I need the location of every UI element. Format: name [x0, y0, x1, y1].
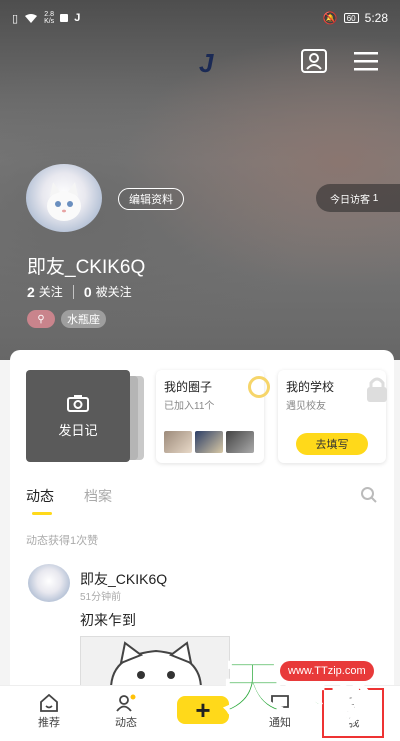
home-icon — [40, 694, 58, 712]
sim-icon: ▯ — [12, 12, 19, 25]
avatar[interactable] — [26, 164, 102, 232]
nav-recommend-label: 推荐 — [38, 717, 60, 729]
tab-moments[interactable]: 动态 — [26, 486, 54, 506]
nav-moments[interactable]: 动态 — [94, 692, 158, 730]
diary-stack: 发日记 — [26, 370, 144, 464]
username: 即友_CKIK6Q — [27, 257, 146, 278]
stats-divider — [72, 284, 74, 299]
post-author-name[interactable]: 即友_CKIK6Q — [80, 569, 167, 589]
people-icon — [116, 694, 136, 712]
my-circles-title: 我的圈子 — [164, 380, 213, 394]
add-post-button[interactable]: + — [177, 696, 229, 724]
circle-thumbnails — [164, 431, 254, 453]
profile-card-icon[interactable] — [300, 48, 328, 74]
tab-archive[interactable]: 档案 — [84, 486, 112, 506]
my-circles-card[interactable]: 我的圈子 已加入11个 — [156, 370, 270, 463]
circle-thumbnail — [195, 431, 223, 453]
app-logo: J — [199, 48, 214, 78]
menu-icon[interactable] — [352, 48, 380, 74]
mute-icon: 🔕 — [322, 11, 338, 25]
zodiac-tag[interactable]: 水瓶座 — [61, 310, 106, 328]
followers-count[interactable]: 0 — [84, 284, 92, 300]
watermark-logo-char-2: 下 — [284, 679, 326, 727]
wifi-icon — [25, 13, 38, 23]
write-diary-label: 发日记 — [58, 422, 98, 438]
search-icon[interactable] — [360, 486, 378, 504]
my-school-card[interactable]: 我的学校 遇见校友 去填写 — [278, 370, 387, 463]
circle-thumbnail — [164, 431, 192, 453]
circle-thumbnail — [226, 431, 254, 453]
nav-moments-label: 动态 — [115, 717, 137, 729]
nav-recommend[interactable]: 推荐 — [17, 692, 81, 730]
write-diary-card[interactable]: 发日记 — [26, 370, 130, 462]
post-image[interactable] — [80, 636, 230, 685]
key-tag-icon[interactable]: ⚲ — [27, 310, 55, 328]
circle-decoration-icon — [248, 376, 270, 398]
edit-profile-button[interactable]: 编辑资料 — [118, 188, 184, 210]
followers-label[interactable]: 被关注 — [96, 283, 132, 300]
app-notification-icon: J — [74, 12, 81, 24]
follow-stats: 2 关注 0 被关注 — [27, 283, 132, 300]
post-text: 初来乍到 — [80, 612, 136, 628]
network-speed: 2.8 K/s — [44, 11, 55, 25]
cat-meme-image — [110, 641, 202, 685]
my-circles-subtitle: 已加入11个 — [164, 401, 215, 412]
lock-icon — [367, 377, 387, 402]
content-sheet: 发日记 我的圈子 已加入11个 我的学校 遇见校友 去填写 动态 档案 动态获得… — [10, 350, 394, 685]
profile-tags: ⚲ 水瓶座 — [27, 310, 106, 328]
fill-school-button[interactable]: 去填写 — [296, 433, 368, 455]
watermark-logo-char-3: 载 — [329, 681, 371, 729]
cat-avatar-image — [47, 182, 81, 221]
clock: 5:28 — [364, 11, 388, 25]
post-author-avatar[interactable] — [28, 564, 70, 602]
active-tab-indicator — [32, 512, 52, 515]
content-tabs: 动态 档案 — [26, 486, 112, 506]
following-count[interactable]: 2 — [27, 284, 35, 300]
post-timestamp: 51分钟前 — [80, 592, 122, 603]
notification-icon — [60, 14, 69, 22]
likes-summary: 动态获得1次赞 — [26, 535, 99, 547]
watermark-logo-char-1: 天 — [223, 652, 283, 722]
battery-icon: 60 — [343, 13, 359, 23]
camera-icon — [67, 394, 89, 412]
status-bar: ▯ 2.8 K/s J 🔕 60 5:28 — [0, 0, 400, 36]
following-label[interactable]: 关注 — [39, 283, 63, 300]
today-visitors-badge[interactable]: 今日访客 1 — [316, 184, 400, 212]
